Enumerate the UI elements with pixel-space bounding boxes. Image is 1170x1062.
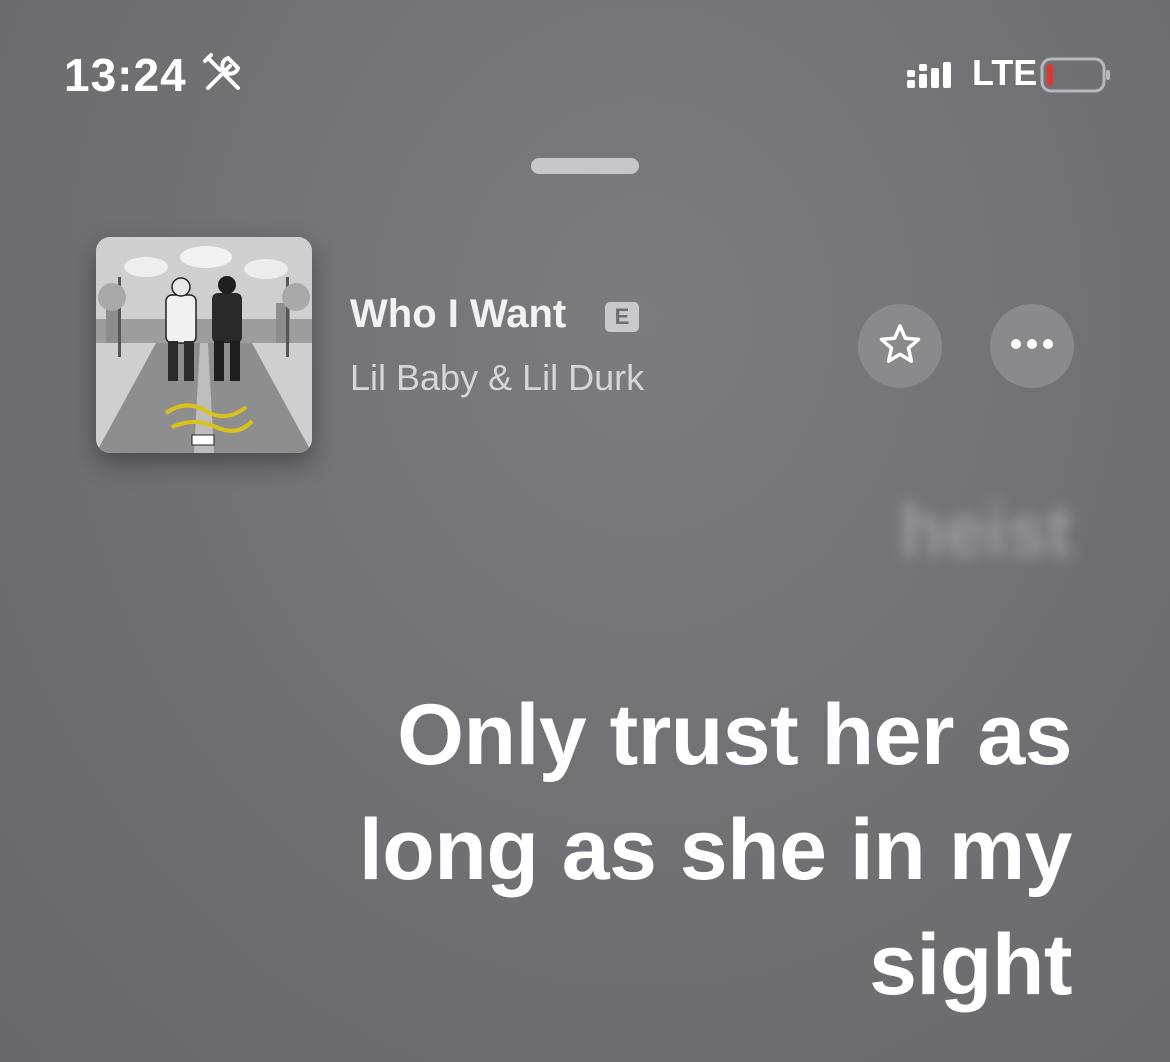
song-artist[interactable]: Lil Baby & Lil Durk: [350, 357, 644, 399]
sheet-grabber[interactable]: [531, 158, 639, 174]
star-icon: [878, 322, 922, 371]
lyric-previous-line[interactable]: heist: [899, 488, 1072, 573]
ellipsis-icon: [1010, 337, 1054, 355]
status-time: 13:24: [64, 49, 187, 101]
network-type: LTE: [972, 52, 1038, 93]
explicit-badge: E: [605, 302, 639, 332]
song-title[interactable]: Who I Want: [350, 292, 566, 337]
more-options-button[interactable]: [990, 304, 1074, 388]
tools-icon: [200, 50, 246, 96]
battery-icon: [1040, 57, 1112, 93]
favorite-button[interactable]: [858, 304, 942, 388]
album-artwork[interactable]: [96, 237, 312, 453]
status-bar: 13:24 LTE: [0, 0, 1170, 150]
lyric-current-line[interactable]: Only trust her as long as she in my sigh…: [272, 678, 1073, 1023]
signal-icon: [905, 58, 961, 94]
